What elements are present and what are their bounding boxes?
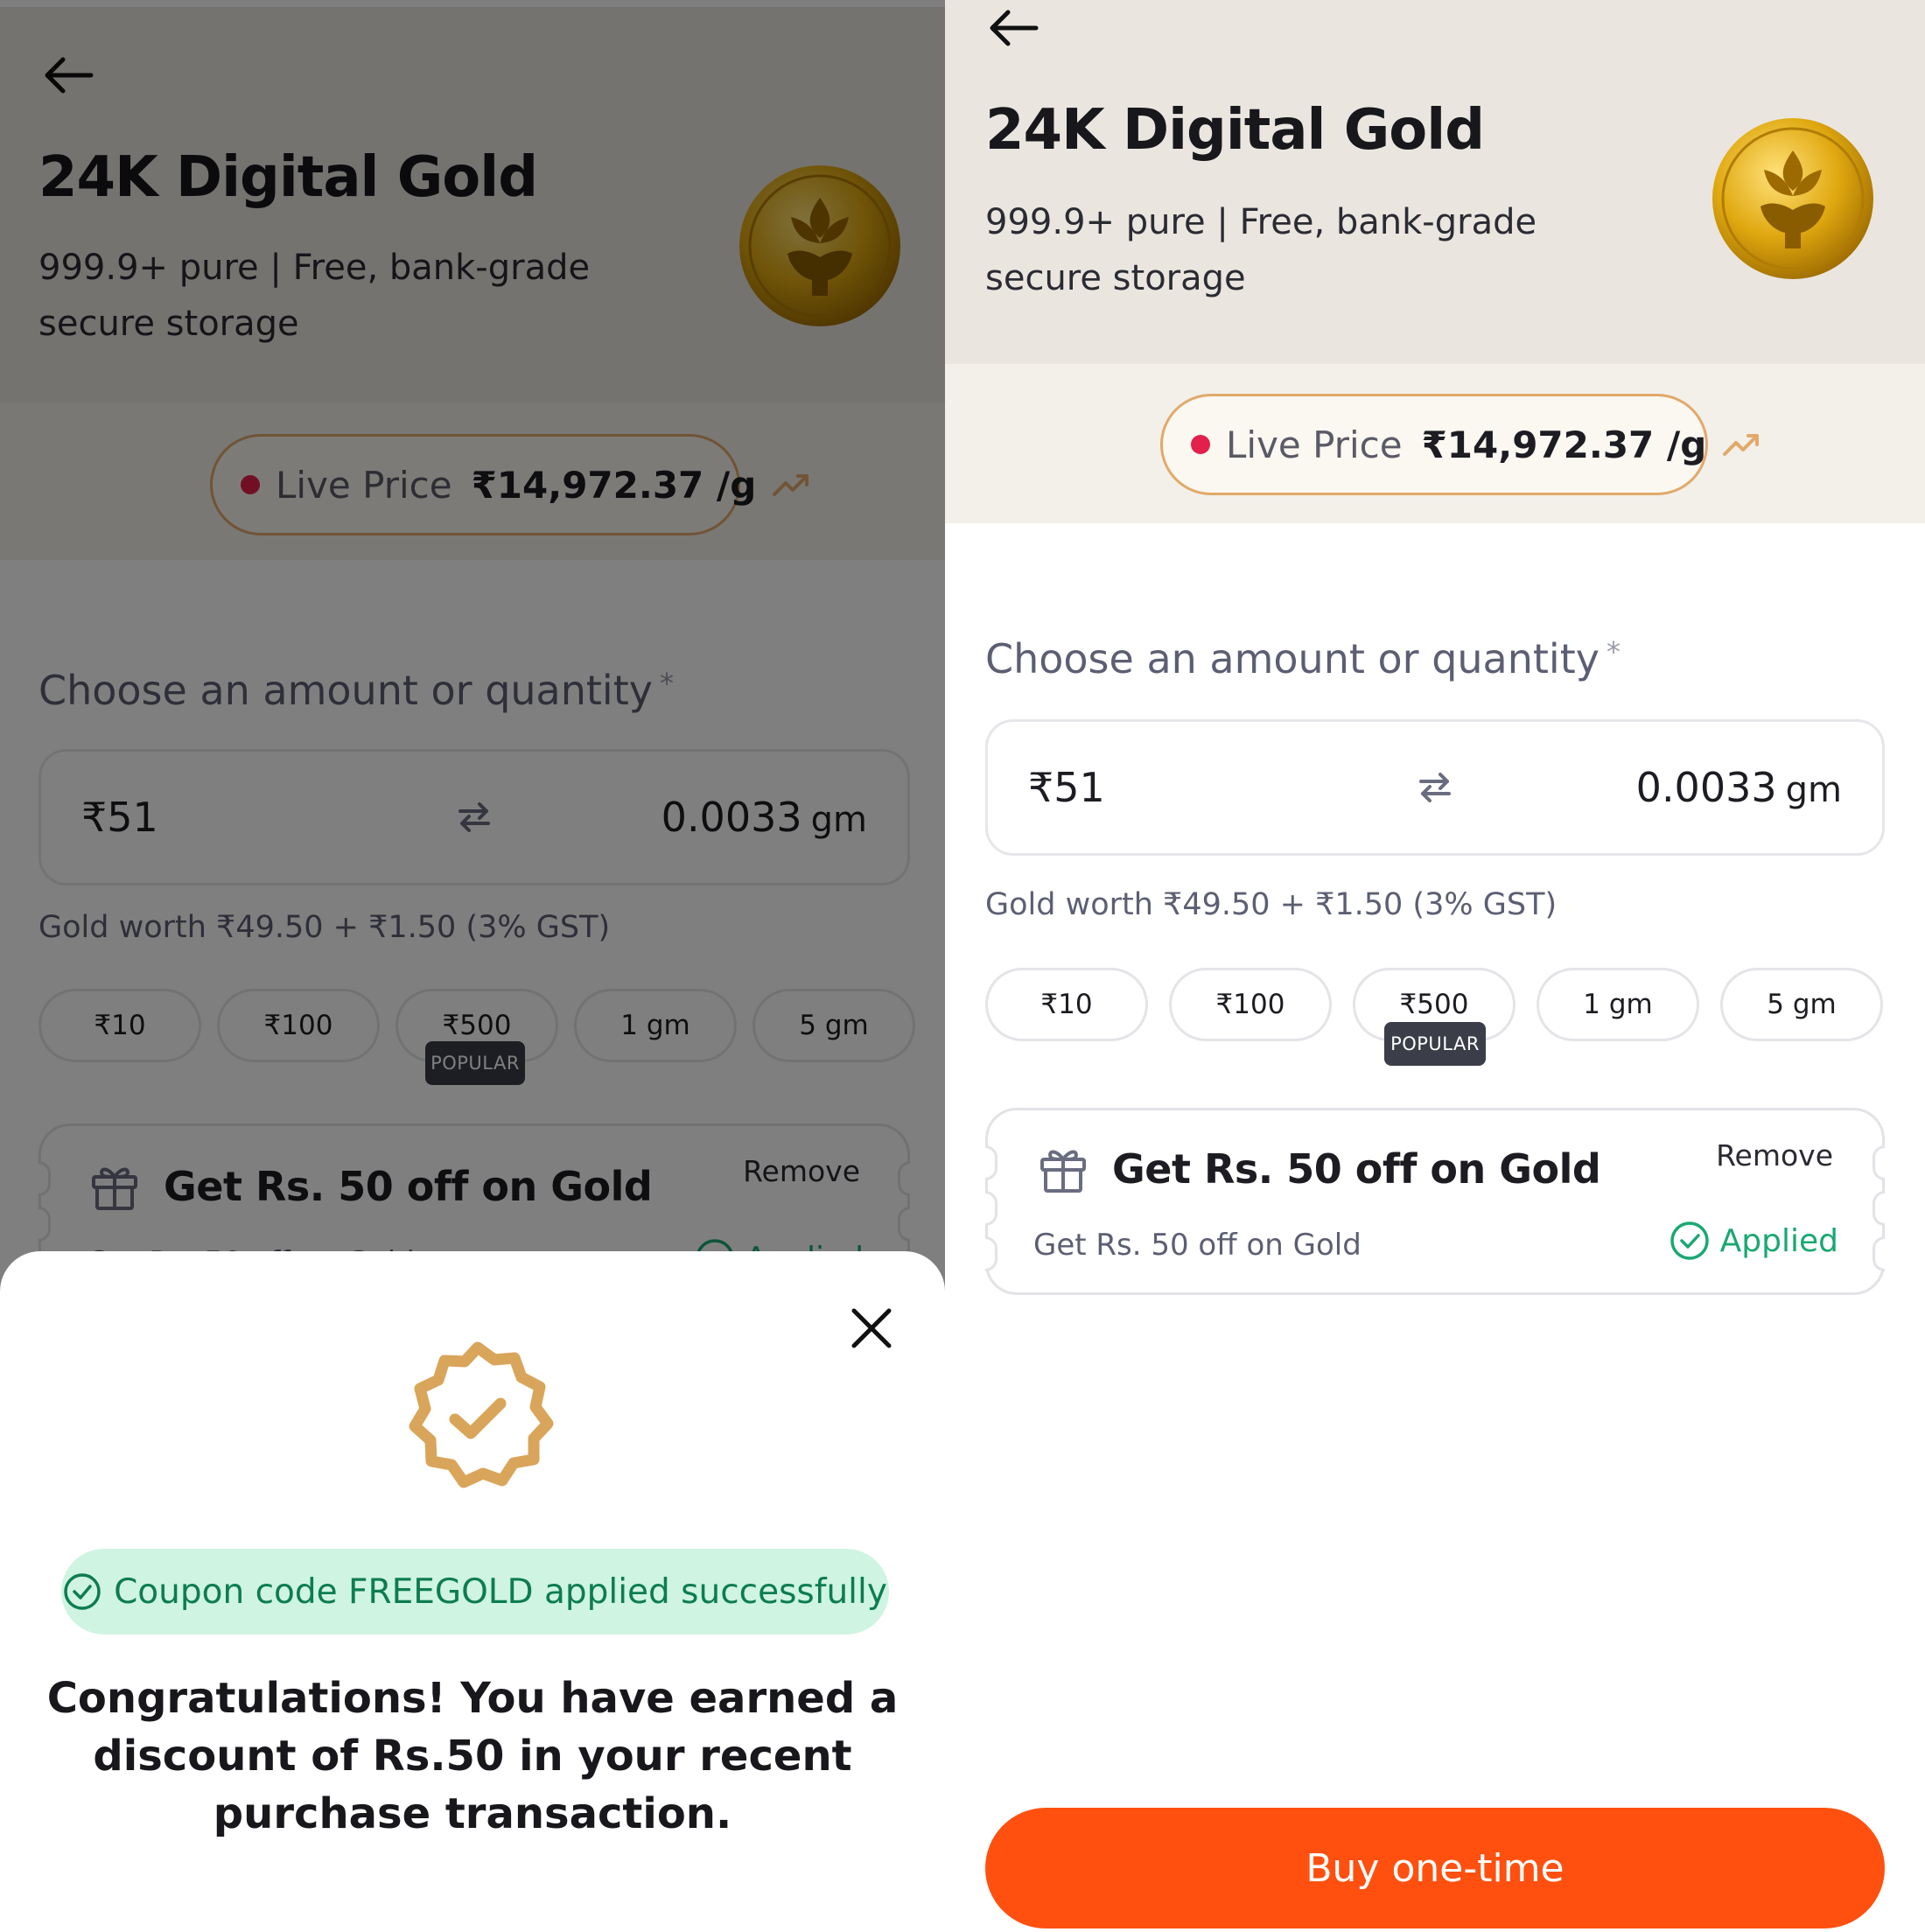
right-screen: 24K Digital Gold 999.9+ pure | Free, ban… [945,0,1925,1932]
coupon-notch [985,1236,998,1271]
amount-label-text: Choose an amount or quantity [985,635,1600,682]
arrow-left-icon [990,10,1039,46]
swap-icon[interactable] [1416,768,1454,807]
chip-10-rupees[interactable]: ₹10 [985,968,1148,1041]
required-marker: * [1606,635,1620,668]
check-circle-icon [1670,1222,1709,1260]
remove-coupon-link[interactable]: Remove [1716,1138,1833,1172]
coupon-notch [1872,1191,1885,1226]
chip-100-rupees[interactable]: ₹100 [1169,968,1332,1041]
page-title: 24K Digital Gold [985,98,1485,163]
buy-one-time-button[interactable]: Buy one-time [985,1808,1885,1928]
back-button[interactable] [982,2,1043,54]
live-indicator-dot [1191,435,1210,454]
gold-coin-icon [1712,118,1873,279]
coupon-success-toast: Coupon code FREEGOLD applied successfull… [61,1549,889,1634]
applied-label: Applied [1719,1222,1838,1259]
chip-1-gram[interactable]: 1 gm [1536,968,1699,1041]
coupon-title: Get Rs. 50 off on Gold [1112,1145,1601,1193]
check-circle-icon [64,1573,101,1610]
amount-section-label: Choose an amount or quantity* [985,635,1620,682]
product-subtitle: 999.9+ pure | Free, bank-grade secure st… [985,202,1537,298]
coupon-card: Get Rs. 50 off on Gold Remove Get Rs. 50… [985,1108,1885,1295]
coupon-notch [985,1191,998,1226]
gst-breakdown: Gold worth ₹49.50 + ₹1.50 (3% GST) [985,887,1558,922]
congratulations-message: Congratulations! You have earned a disco… [46,1674,899,1838]
close-icon[interactable] [849,1306,894,1351]
gram-value: 0.0033 [1635,764,1777,811]
live-price-label: Live Price [1226,423,1403,466]
gift-icon [1040,1150,1086,1193]
coupon-notch [1872,1145,1885,1180]
coupon-applied-status: Applied [1670,1221,1838,1261]
toast-message: Coupon code FREEGOLD applied successfull… [114,1572,887,1612]
verified-badge-icon [409,1341,554,1488]
rupee-amount-value[interactable]: ₹51 [1028,764,1105,811]
popular-badge: POPULAR [1384,1022,1486,1066]
gram-quantity-value[interactable]: 0.0033gm [1636,764,1842,811]
live-price-value: ₹14,972.37 /g [1421,423,1707,466]
trend-up-icon [1723,434,1760,456]
coupon-notch [985,1145,998,1180]
live-price-pill: Live Price ₹14,972.37 /g [1160,394,1760,495]
coupon-subtitle: Get Rs. 50 off on Gold [1033,1228,1362,1263]
amount-input-box[interactable]: ₹51 0.0033gm [985,719,1885,856]
chip-5-gram[interactable]: 5 gm [1720,968,1883,1041]
gram-unit: gm [1785,770,1842,810]
left-screen: 24K Digital Gold 999.9+ pure | Free, ban… [0,0,945,1932]
coupon-notch [1872,1236,1885,1271]
